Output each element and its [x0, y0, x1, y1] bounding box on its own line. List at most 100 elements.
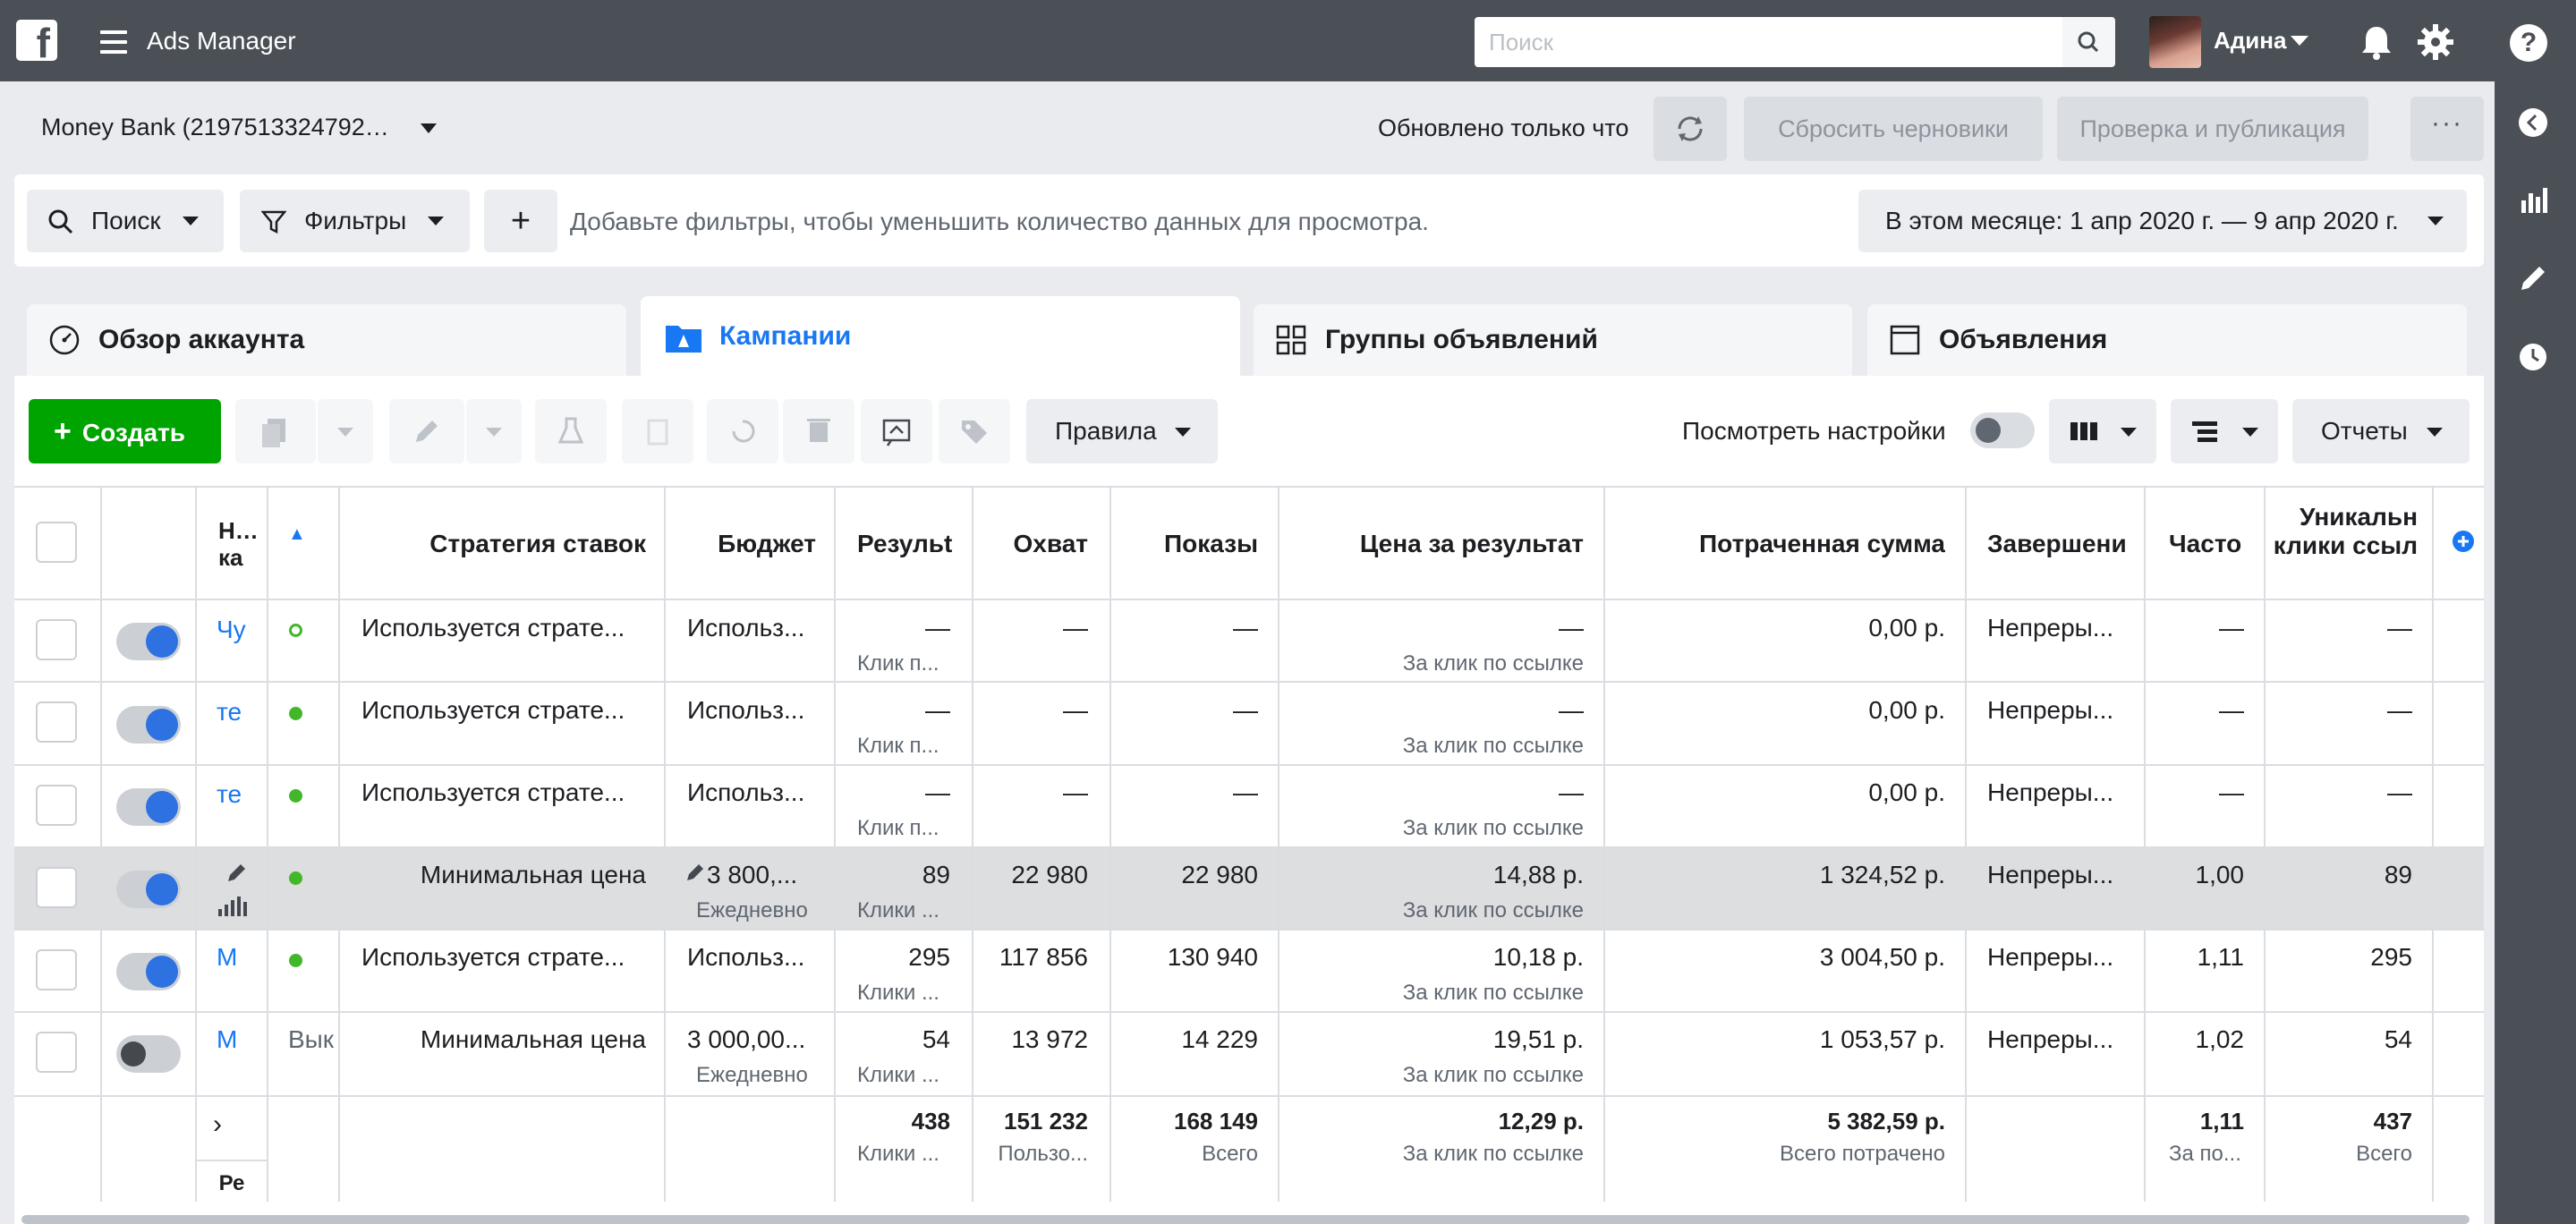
- strategy-cell[interactable]: Минимальная цена: [351, 861, 646, 889]
- delete-button[interactable]: [783, 399, 854, 463]
- clipboard-button[interactable]: [622, 399, 693, 463]
- strategy-cell[interactable]: Используется страте...: [361, 696, 657, 725]
- campaign-name-link[interactable]: те: [217, 780, 242, 809]
- strategy-cell[interactable]: Используется страте...: [361, 778, 657, 807]
- budget-cell[interactable]: Использ...: [687, 696, 830, 725]
- budget-cell[interactable]: Использ...: [687, 943, 830, 972]
- row-checkbox[interactable]: [36, 619, 77, 660]
- strategy-cell[interactable]: Минимальная цена: [351, 1025, 646, 1054]
- campaign-toggle[interactable]: [116, 623, 181, 660]
- more-options-button[interactable]: ···: [2410, 97, 2484, 161]
- filters-button[interactable]: Фильтры: [240, 190, 470, 252]
- edit-button[interactable]: [389, 399, 464, 463]
- column-header-name[interactable]: Н… ка: [218, 517, 259, 571]
- strategy-cell[interactable]: Используется страте...: [361, 614, 657, 642]
- collapse-icon[interactable]: [2514, 104, 2552, 146]
- row-checkbox[interactable]: [36, 1032, 77, 1073]
- reports-button[interactable]: Отчеты: [2292, 399, 2470, 463]
- cost-per-result-sub: За клик по ссылке: [1402, 816, 1584, 840]
- search-icon: [2078, 31, 2099, 53]
- tab-ad-sets[interactable]: Группы объявлений: [1254, 304, 1852, 376]
- search-filter-button[interactable]: Поиск: [27, 190, 224, 252]
- duplicate-button[interactable]: [235, 399, 316, 463]
- menu-icon[interactable]: [100, 30, 127, 54]
- column-header-strategy[interactable]: Стратегия ставок: [351, 530, 646, 558]
- user-name[interactable]: Адина: [2214, 27, 2286, 55]
- campaign-toggle[interactable]: [116, 1035, 181, 1073]
- column-header-frequency[interactable]: Часто: [2169, 530, 2258, 558]
- column-header-ends[interactable]: Завершени: [1987, 530, 2139, 558]
- clock-icon[interactable]: [2514, 338, 2552, 380]
- create-button[interactable]: + Создать: [29, 399, 221, 463]
- campaign-name-link[interactable]: те: [217, 698, 242, 727]
- search-icon: [48, 209, 73, 234]
- edit-menu-button[interactable]: [466, 399, 522, 463]
- row-checkbox[interactable]: [36, 785, 77, 826]
- account-selector[interactable]: Money Bank (2197513324792…: [41, 114, 389, 141]
- tab-ads[interactable]: Объявления: [1867, 304, 2467, 376]
- column-header-cost-per-result[interactable]: Цена за результат: [1288, 530, 1584, 558]
- chevron-down-icon[interactable]: [421, 123, 437, 133]
- facebook-logo[interactable]: f: [16, 20, 57, 61]
- bell-icon[interactable]: [2359, 23, 2394, 65]
- campaign-name-link[interactable]: Чу: [217, 616, 246, 644]
- search-input[interactable]: [1475, 17, 2062, 67]
- campaign-name-link[interactable]: М: [217, 1025, 237, 1054]
- row-checkbox[interactable]: [36, 867, 77, 908]
- column-header-amount-spent[interactable]: Потраченная сумма: [1611, 530, 1945, 558]
- select-all-checkbox[interactable]: [36, 522, 77, 563]
- budget-cell[interactable]: 3 800,...: [707, 861, 832, 889]
- tag-button[interactable]: [939, 399, 1010, 463]
- column-header-unique-link-clicks[interactable]: Уникальн клики ссыл: [2271, 503, 2418, 560]
- column-header-reach[interactable]: Охват: [979, 530, 1088, 558]
- chevron-down-icon[interactable]: [2291, 36, 2308, 46]
- budget-cell[interactable]: Использ...: [687, 614, 830, 642]
- row-checkbox[interactable]: [36, 701, 77, 743]
- horizontal-scrollbar[interactable]: [21, 1215, 2470, 1224]
- rules-button[interactable]: Правила: [1026, 399, 1218, 463]
- column-header-delivery[interactable]: ▲: [288, 517, 324, 546]
- rules-label: Правила: [1055, 417, 1157, 445]
- amount-spent-cell: 0,00 р.: [1868, 696, 1945, 724]
- amount-spent-cell: 0,00 р.: [1868, 778, 1945, 806]
- ab-test-button[interactable]: [535, 399, 607, 463]
- unique-clicks-cell: 89: [2384, 861, 2412, 888]
- add-column-icon[interactable]: [2452, 530, 2475, 557]
- tab-campaigns[interactable]: Кампании: [641, 296, 1240, 380]
- duplicate-menu-button[interactable]: [318, 399, 373, 463]
- expand-totals-icon[interactable]: ›: [213, 1109, 222, 1140]
- search-button[interactable]: [2062, 17, 2115, 67]
- bar-chart-icon[interactable]: [218, 895, 251, 921]
- total-impressions-sub: Всего: [1202, 1142, 1258, 1166]
- column-header-impressions[interactable]: Показы: [1118, 530, 1258, 558]
- date-range-button[interactable]: В этом месяце: 1 апр 2020 г. — 9 апр 202…: [1858, 190, 2467, 252]
- campaign-toggle[interactable]: [116, 706, 181, 744]
- column-header-results[interactable]: Резульt: [857, 530, 952, 558]
- gear-icon[interactable]: [2416, 22, 2455, 66]
- column-header-budget[interactable]: Бюджет: [671, 530, 816, 558]
- breakdown-button[interactable]: [2171, 399, 2278, 463]
- undo-button[interactable]: [707, 399, 778, 463]
- discard-drafts-button[interactable]: Сбросить черновики: [1744, 97, 2043, 161]
- edit-name-icon[interactable]: [225, 861, 249, 888]
- row-checkbox[interactable]: [36, 949, 77, 990]
- view-settings-toggle[interactable]: [1970, 412, 2035, 448]
- campaign-toggle[interactable]: [116, 953, 181, 990]
- add-filter-button[interactable]: +: [484, 190, 557, 252]
- export-button[interactable]: [861, 399, 932, 463]
- strategy-cell[interactable]: Используется страте...: [361, 943, 657, 972]
- review-publish-button[interactable]: Проверка и публикация: [2057, 97, 2368, 161]
- budget-cell[interactable]: Использ...: [687, 778, 830, 807]
- pencil-icon[interactable]: [2514, 259, 2552, 302]
- columns-button[interactable]: [2049, 399, 2156, 463]
- pencil-icon[interactable]: [685, 861, 705, 887]
- budget-cell[interactable]: 3 000,00...: [687, 1025, 830, 1054]
- chart-icon[interactable]: [2514, 181, 2552, 223]
- refresh-button[interactable]: [1654, 97, 1727, 161]
- campaign-toggle[interactable]: [116, 788, 181, 826]
- campaign-toggle[interactable]: [116, 871, 181, 908]
- help-icon[interactable]: ?: [2510, 24, 2547, 62]
- avatar[interactable]: [2149, 16, 2201, 68]
- campaign-name-link[interactable]: М: [217, 943, 237, 972]
- tab-account-overview[interactable]: Обзор аккаунта: [27, 304, 626, 376]
